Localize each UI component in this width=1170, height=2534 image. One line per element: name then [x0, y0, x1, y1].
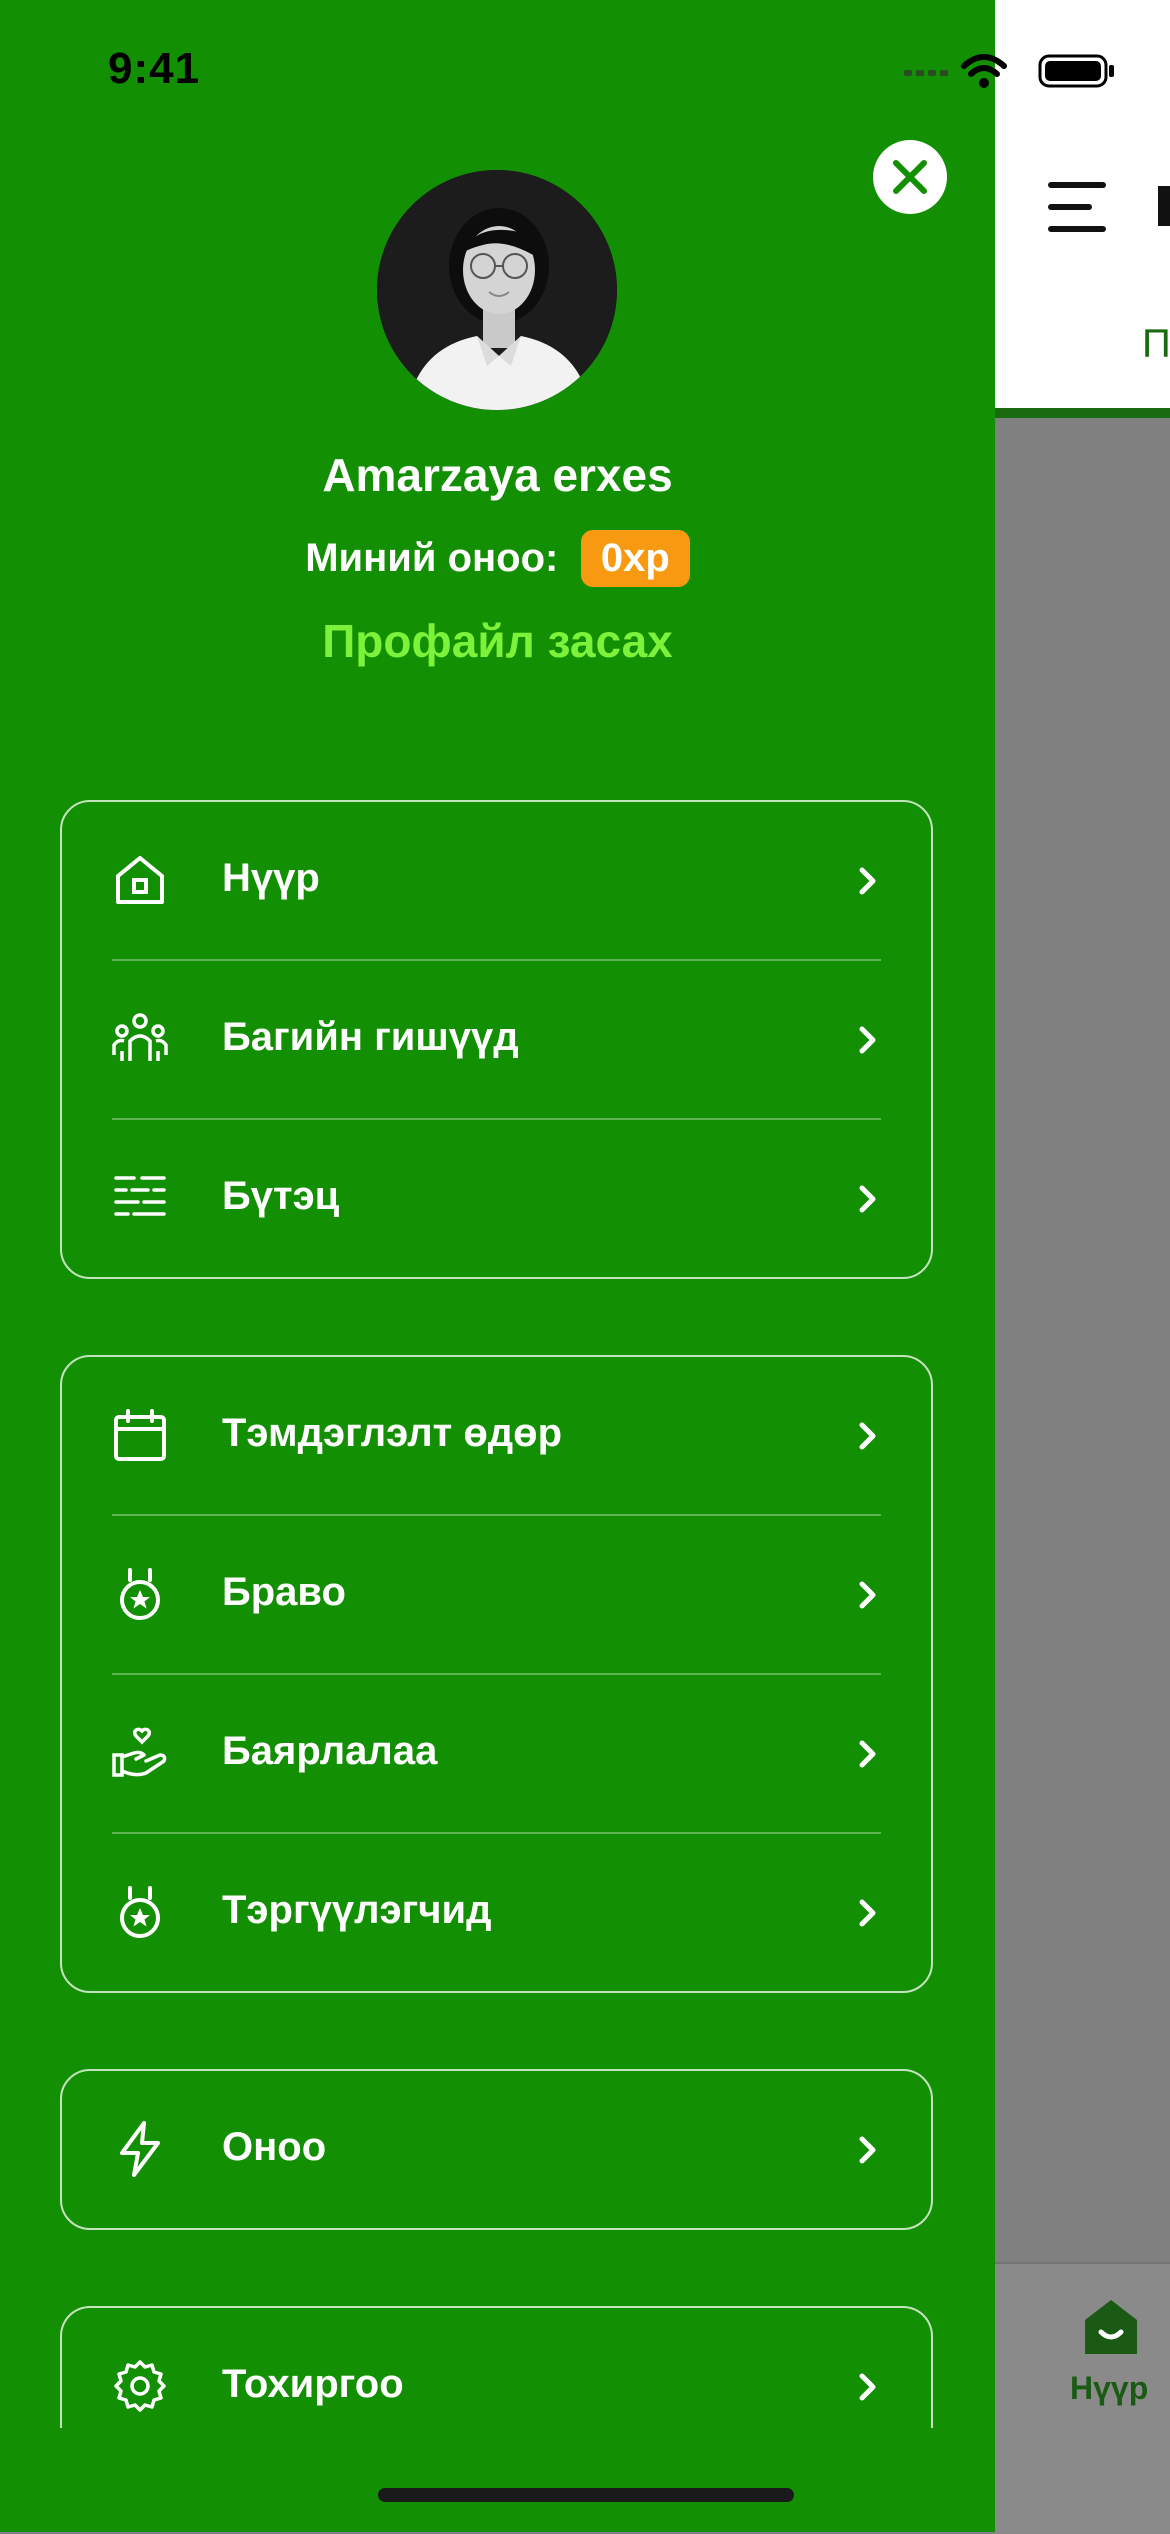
menu-item-bravo[interactable]: Браво: [62, 1516, 931, 1675]
menu-group-main: Нүүр Багийн гишүүд Бүтэц: [60, 800, 933, 1279]
menu-item-label: Тэмдэглэлт өдөр: [222, 1411, 563, 1455]
background-title-fragment: [1158, 186, 1170, 226]
team-members-icon: [112, 1013, 168, 1061]
points-badge: 0xp: [580, 530, 690, 587]
menu-item-points[interactable]: Оноо: [62, 2071, 931, 2228]
gear-icon: [114, 2360, 166, 2412]
hand-heart-icon: [112, 1727, 167, 1777]
menu-group-engagement: Тэмдэглэлт өдөр Браво Баярлалаа Тэргүүлэ…: [60, 1355, 933, 1993]
close-button[interactable]: [873, 140, 947, 214]
background-header: [995, 0, 1170, 275]
medal-icon: [120, 1886, 160, 1938]
home-tab-icon: [1085, 2300, 1137, 2354]
menu-item-label: Багийн гишүүд: [222, 1015, 519, 1059]
drawer-bottom-mask: [0, 2428, 995, 2532]
chevron-right-icon: [859, 1185, 876, 1213]
chevron-right-icon: [859, 1026, 876, 1054]
edit-profile-link[interactable]: Профайл засах: [0, 614, 995, 668]
status-time: 9:41: [108, 44, 201, 93]
status-icons: [904, 54, 1114, 88]
menu-item-structure[interactable]: Бүтэц: [62, 1120, 931, 1277]
menu-item-calendar[interactable]: Тэмдэглэлт өдөр: [62, 1357, 931, 1516]
chevron-right-icon: [859, 2136, 876, 2164]
structure-icon: [114, 1176, 166, 1216]
menu-item-label: Тэргүүлэгчид: [222, 1888, 492, 1932]
close-icon: [893, 160, 927, 194]
menu-item-label: Оноо: [222, 2125, 327, 2169]
calendar-icon: [114, 1409, 166, 1461]
menu-item-thanks[interactable]: Баярлалаа: [62, 1675, 931, 1834]
chevron-right-icon: [859, 1422, 876, 1450]
menu-item-label: Нүүр: [222, 856, 320, 900]
hamburger-menu-icon: [1048, 182, 1106, 232]
side-drawer: 9:41 Amarzaya erxes Миний оноо: 0xp Проф…: [0, 0, 1114, 2532]
user-name: Amarzaya erxes: [322, 449, 673, 501]
background-tab-underline: [995, 408, 1170, 418]
avatar[interactable]: [377, 170, 617, 410]
chevron-right-icon: [859, 867, 876, 895]
medal-icon: [120, 1568, 160, 1620]
chevron-right-icon: [859, 2373, 876, 2401]
home-icon: [116, 856, 164, 904]
menu-item-team-members[interactable]: Багийн гишүүд: [62, 961, 931, 1120]
menu-item-label: Браво: [222, 1570, 346, 1614]
chevron-right-icon: [859, 1740, 876, 1768]
background-tab-label: П: [1142, 322, 1170, 366]
menu-group-points: Оноо: [60, 2069, 933, 2230]
chevron-right-icon: [859, 1581, 876, 1609]
menu-item-label: Баярлалаа: [222, 1729, 438, 1773]
points-row: Миний оноо: 0xp: [0, 530, 995, 587]
points-label: Миний оноо:: [305, 536, 559, 580]
home-indicator[interactable]: [378, 2488, 794, 2502]
menu-item-leaders[interactable]: Тэргүүлэгчид: [62, 1834, 931, 1991]
menu-item-label: Бүтэц: [222, 1174, 340, 1218]
menu-item-home[interactable]: Нүүр: [62, 802, 931, 961]
chevron-right-icon: [859, 1899, 876, 1927]
home-tab-label: Нүүр: [1070, 2370, 1149, 2406]
menu-item-label: Тохиргоо: [222, 2362, 404, 2406]
lightning-icon: [120, 2121, 160, 2177]
